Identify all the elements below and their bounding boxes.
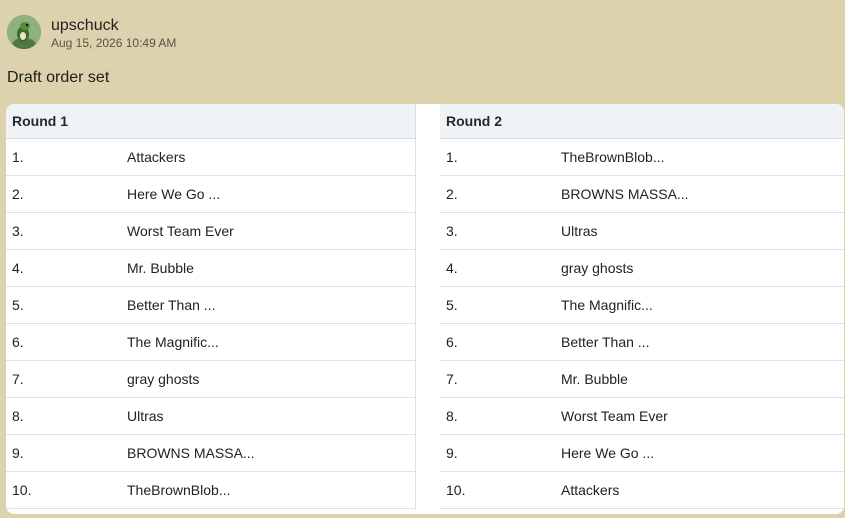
- table-row: 9. BROWNS MASSA...: [6, 435, 416, 472]
- pick-number: 10.: [12, 482, 32, 498]
- avatar[interactable]: [7, 15, 41, 49]
- team-name: Ultras: [561, 223, 598, 239]
- pick-number: 1.: [446, 149, 458, 165]
- team-name: Attackers: [127, 149, 186, 165]
- team-name: TheBrownBlob...: [127, 482, 231, 498]
- table-row: 4. gray ghosts: [440, 250, 844, 287]
- pick-number: 4.: [12, 260, 24, 276]
- round-1-rows: 1. Attackers 2. Here We Go ... 3. Worst Team …: [6, 139, 416, 509]
- table-row: 6. The Magnific...: [6, 324, 416, 361]
- pick-number: 6.: [12, 334, 24, 350]
- team-name: gray ghosts: [127, 371, 200, 387]
- pick-number: 7.: [446, 371, 458, 387]
- table-row: 4. Mr. Bubble: [6, 250, 416, 287]
- round-2-rows: 1. TheBrownBlob... 2. BROWNS MASSA... 3. Ultr…: [440, 139, 844, 509]
- team-name: BROWNS MASSA...: [127, 445, 255, 461]
- team-name: The Magnific...: [561, 297, 653, 313]
- pick-number: 5.: [12, 297, 24, 313]
- team-name: Better Than ...: [561, 334, 650, 350]
- pick-number: 9.: [12, 445, 24, 461]
- pick-number: 3.: [446, 223, 458, 239]
- pick-number: 6.: [446, 334, 458, 350]
- post-message: Draft order set: [7, 69, 110, 86]
- team-name: Ultras: [127, 408, 164, 424]
- table-row: 5. Better Than ...: [6, 287, 416, 324]
- table-row: 10. TheBrownBlob...: [6, 472, 416, 509]
- pick-number: 5.: [446, 297, 458, 313]
- team-name: BROWNS MASSA...: [561, 186, 689, 202]
- table-row: 3. Ultras: [440, 213, 844, 250]
- timestamp: Aug 15, 2026 10:49 AM: [51, 35, 177, 50]
- team-name: The Magnific...: [127, 334, 219, 350]
- table-row: 2. BROWNS MASSA...: [440, 176, 844, 213]
- table-row: 2. Here We Go ...: [6, 176, 416, 213]
- pick-number: 7.: [12, 371, 24, 387]
- round-1-table: Round 1 1. Attackers 2. Here We Go ... 3. Wor…: [6, 104, 416, 514]
- team-name: Here We Go ...: [127, 186, 221, 202]
- team-name: gray ghosts: [561, 260, 634, 276]
- pick-number: 8.: [12, 408, 24, 424]
- table-row: 5. The Magnific...: [440, 287, 844, 324]
- post-header: upschuck Aug 15, 2026 10:49 AM: [7, 15, 176, 49]
- pick-number: 10.: [446, 482, 466, 498]
- team-name: Worst Team Ever: [561, 408, 668, 424]
- pick-number: 8.: [446, 408, 458, 424]
- team-name: Worst Team Ever: [127, 223, 234, 239]
- table-row: 8. Ultras: [6, 398, 416, 435]
- table-row: 6. Better Than ...: [440, 324, 844, 361]
- draft-order-card: Round 1 1. Attackers 2. Here We Go ... 3. Wor…: [6, 104, 844, 514]
- pick-number: 4.: [446, 260, 458, 276]
- table-row: 3. Worst Team Ever: [6, 213, 416, 250]
- table-row: 1. TheBrownBlob...: [440, 139, 844, 176]
- team-name: Attackers: [561, 482, 620, 498]
- username[interactable]: upschuck: [51, 17, 176, 34]
- pick-number: 9.: [446, 445, 458, 461]
- table-gap: [416, 104, 440, 514]
- pick-number: 1.: [12, 149, 24, 165]
- team-name: Mr. Bubble: [561, 371, 628, 387]
- round-2-header: Round 2: [440, 104, 844, 139]
- pick-number: 2.: [12, 186, 24, 202]
- table-row: 10. Attackers: [440, 472, 844, 509]
- table-row: 8. Worst Team Ever: [440, 398, 844, 435]
- pick-number: 3.: [12, 223, 24, 239]
- table-row: 9. Here We Go ...: [440, 435, 844, 472]
- team-name: TheBrownBlob...: [561, 149, 665, 165]
- team-name: Here We Go ...: [561, 445, 655, 461]
- team-name: Mr. Bubble: [127, 260, 194, 276]
- table-row: 1. Attackers: [6, 139, 416, 176]
- avatar-image: [7, 15, 41, 49]
- team-name: Better Than ...: [127, 297, 216, 313]
- round-1-header: Round 1: [6, 104, 416, 139]
- post-meta: upschuck Aug 15, 2026 10:49 AM: [51, 16, 176, 49]
- round-2-table: Round 2 1. TheBrownBlob... 2. BROWNS MASSA.…: [440, 104, 844, 514]
- table-row: 7. gray ghosts: [6, 361, 416, 398]
- pick-number: 2.: [446, 186, 458, 202]
- table-row: 7. Mr. Bubble: [440, 361, 844, 398]
